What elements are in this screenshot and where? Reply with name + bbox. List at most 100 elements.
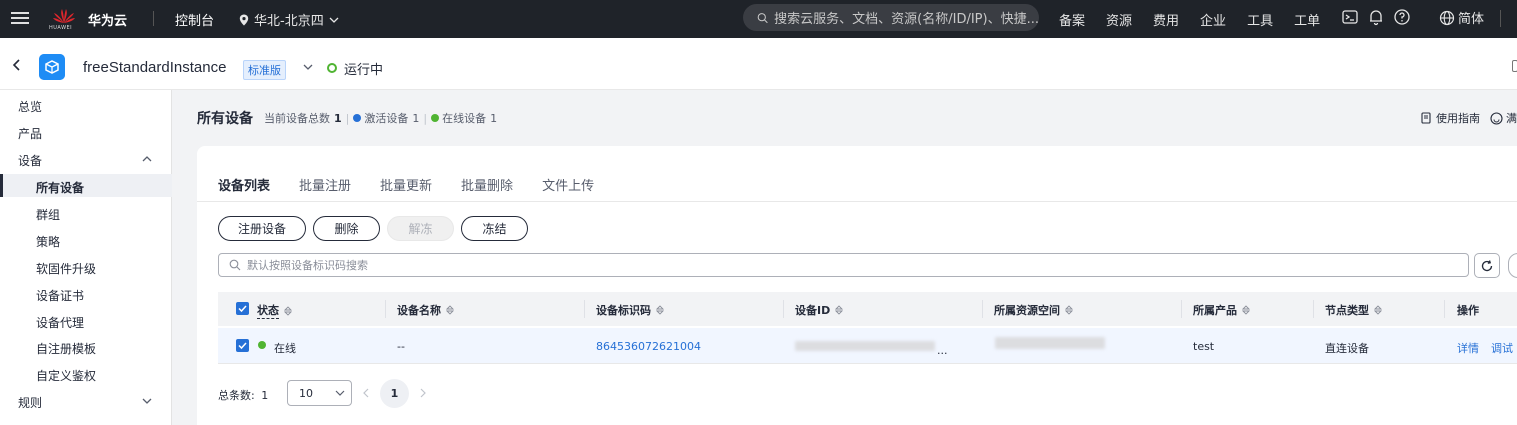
header-device-id[interactable]: 设备ID (795, 302, 844, 318)
region-selector[interactable]: 华北-北京四 (238, 10, 340, 29)
document-icon (1421, 112, 1431, 124)
select-all-checkbox[interactable] (236, 302, 249, 315)
header-device-name[interactable]: 设备名称 (397, 302, 455, 318)
window-toggle-icon[interactable] (1512, 60, 1517, 72)
sidebar-item-ota[interactable]: 软固件升级 (36, 260, 96, 277)
unfreeze-button[interactable]: 解冻 (387, 216, 454, 241)
top-navbar: HUAWEI 华为云 控制台 华北-北京四 搜索云服务、文档、资源(名称/ID/… (0, 0, 1517, 38)
tab-batch-delete[interactable]: 批量删除 (461, 175, 513, 194)
row-debug-link[interactable]: 调试 (1491, 340, 1513, 356)
chevron-down-icon (329, 17, 339, 23)
sidebar-item-all-devices[interactable]: 所有设备 (36, 179, 84, 196)
sort-icon[interactable] (834, 304, 844, 316)
total-devices-label: 当前设备总数 (264, 112, 330, 125)
separator: | (423, 111, 428, 125)
header-resource-space-label: 所属资源空间 (994, 304, 1060, 317)
header-identifier-label: 设备标识码 (596, 304, 651, 317)
checkmark-icon (238, 305, 247, 313)
tab-file-upload[interactable]: 文件上传 (542, 175, 594, 194)
instance-switch-chevron-icon[interactable] (303, 62, 313, 72)
row-identifier-link[interactable]: 864536072621004 (596, 340, 701, 353)
tab-device-list[interactable]: 设备列表 (218, 175, 270, 194)
column-separator (982, 300, 983, 318)
nav-tools[interactable]: 工具 (1247, 10, 1273, 29)
header-status[interactable]: 状态 (257, 302, 293, 319)
global-search-input[interactable]: 搜索云服务、文档、资源(名称/ID/IP)、快捷... (743, 4, 1039, 31)
refresh-button[interactable] (1474, 253, 1500, 278)
row-details-link[interactable]: 详情 (1457, 340, 1479, 356)
sort-icon[interactable] (1241, 304, 1251, 316)
current-page-button[interactable]: 1 (380, 379, 409, 408)
header-node-type[interactable]: 节点类型 (1325, 302, 1383, 318)
user-guide-link[interactable]: 使用指南 (1420, 110, 1480, 126)
nav-filing[interactable]: 备案 (1059, 10, 1085, 29)
delete-button[interactable]: 删除 (313, 216, 380, 241)
column-separator (1181, 300, 1182, 318)
redacted-resource-space (995, 337, 1105, 349)
sidebar-item-proxy[interactable]: 设备代理 (36, 314, 84, 331)
header-device-name-label: 设备名称 (397, 304, 441, 317)
sort-icon[interactable] (1373, 304, 1383, 316)
sidebar-item-policies[interactable]: 策略 (36, 233, 60, 250)
chevron-down-icon[interactable] (142, 396, 152, 406)
header-device-id-label: 设备ID (795, 304, 831, 317)
column-separator (1313, 300, 1314, 318)
nav-enterprise[interactable]: 企业 (1200, 10, 1226, 29)
settings-button[interactable] (1508, 253, 1517, 278)
register-device-button[interactable]: 注册设备 (218, 216, 306, 241)
sidebar-active-bg (0, 174, 172, 197)
logo-wordmark: HUAWEI (49, 25, 73, 31)
sort-icon[interactable] (1064, 304, 1074, 316)
prev-page-icon[interactable] (362, 388, 370, 398)
terminal-icon[interactable] (1341, 8, 1359, 26)
location-pin-icon (239, 14, 249, 25)
header-product-label: 所属产品 (1193, 304, 1237, 317)
chevron-up-icon[interactable] (142, 154, 152, 164)
top-nav-icons (1341, 8, 1411, 26)
bell-icon[interactable] (1367, 8, 1385, 26)
device-search-placeholder: 默认按照设备标识码搜索 (247, 259, 368, 272)
separator: | (345, 111, 350, 125)
row-checkbox[interactable] (236, 339, 249, 352)
user-guide-label: 使用指南 (1436, 112, 1480, 125)
header-status-label: 状态 (257, 304, 279, 319)
sidebar-item-custom-auth[interactable]: 自定义鉴权 (36, 367, 96, 384)
sidebar-item-self-registration[interactable]: 自注册模板 (36, 340, 96, 357)
nav-resources[interactable]: 资源 (1106, 10, 1132, 29)
next-page-icon[interactable] (419, 388, 427, 398)
sort-icon[interactable] (283, 305, 293, 317)
help-icon[interactable] (1393, 8, 1411, 26)
sidebar-item-groups[interactable]: 群组 (36, 206, 60, 223)
sidebar-item-overview[interactable]: 总览 (18, 98, 42, 115)
divider (1500, 10, 1501, 27)
tab-batch-update[interactable]: 批量更新 (380, 175, 432, 194)
sidebar-item-products[interactable]: 产品 (18, 125, 42, 142)
column-separator (783, 300, 784, 318)
tab-batch-register[interactable]: 批量注册 (299, 175, 351, 194)
menu-icon[interactable] (11, 9, 29, 27)
nav-tickets[interactable]: 工单 (1294, 10, 1320, 29)
device-search-input[interactable]: 默认按照设备标识码搜索 (218, 253, 1469, 277)
header-identifier[interactable]: 设备标识码 (596, 302, 665, 318)
header-node-type-label: 节点类型 (1325, 304, 1369, 317)
freeze-button[interactable]: 冻结 (461, 216, 528, 241)
global-search-placeholder: 搜索云服务、文档、资源(名称/ID/IP)、快捷... (774, 12, 1039, 27)
sort-icon[interactable] (655, 304, 665, 316)
sidebar-item-certificates[interactable]: 设备证书 (36, 287, 84, 304)
header-resource-space[interactable]: 所属资源空间 (994, 302, 1074, 318)
back-arrow-icon[interactable] (12, 59, 22, 71)
search-icon (229, 259, 241, 271)
brand-name[interactable]: 华为云 (88, 10, 127, 29)
satisfaction-link[interactable]: 满 (1490, 110, 1517, 126)
header-product[interactable]: 所属产品 (1193, 302, 1251, 318)
nav-billing[interactable]: 费用 (1153, 10, 1179, 29)
sort-icon[interactable] (445, 304, 455, 316)
page-size-select[interactable]: 10 (287, 380, 352, 406)
online-devices-label: 在线设备 (442, 112, 487, 125)
sidebar-item-rules[interactable]: 规则 (18, 394, 42, 411)
row-product: test (1193, 340, 1215, 353)
console-link[interactable]: 控制台 (175, 10, 214, 29)
language-selector[interactable]: 简体 (1439, 8, 1484, 27)
column-separator (1444, 300, 1445, 318)
sidebar-item-devices[interactable]: 设备 (18, 152, 42, 169)
